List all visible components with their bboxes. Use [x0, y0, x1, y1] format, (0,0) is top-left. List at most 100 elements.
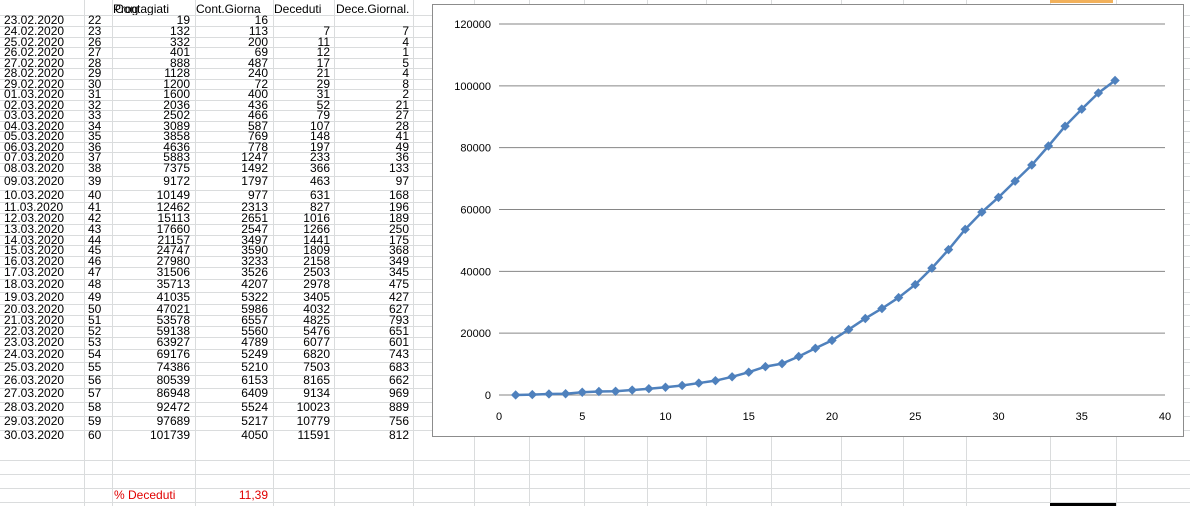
value-cell[interactable]: 436 [195, 100, 268, 111]
value-cell[interactable]: 2036 [112, 100, 190, 111]
value-cell[interactable]: 30 [88, 79, 109, 90]
date-cell[interactable]: 09.03.2020 [4, 176, 80, 187]
value-cell[interactable]: 16 [195, 15, 268, 26]
value-cell[interactable]: 466 [195, 110, 268, 121]
value-cell[interactable]: 189 [334, 213, 409, 224]
value-cell[interactable]: 2651 [195, 213, 268, 224]
value-cell[interactable]: 33 [88, 110, 109, 121]
value-cell[interactable]: 427 [334, 292, 409, 303]
date-cell[interactable]: 06.03.2020 [4, 142, 80, 153]
value-cell[interactable]: 47 [88, 267, 109, 278]
deceased-percent-value[interactable]: 11,39 [195, 490, 268, 501]
value-cell[interactable]: 587 [195, 121, 268, 132]
value-cell[interactable]: 58 [88, 402, 109, 413]
date-cell[interactable]: 27.02.2020 [4, 58, 80, 69]
date-cell[interactable]: 21.03.2020 [4, 315, 80, 326]
date-cell[interactable]: 26.03.2020 [4, 375, 80, 386]
value-cell[interactable]: 3089 [112, 121, 190, 132]
value-cell[interactable]: 29 [88, 68, 109, 79]
value-cell[interactable]: 101739 [112, 430, 190, 441]
value-cell[interactable]: 21 [273, 68, 330, 79]
value-cell[interactable]: 21 [334, 100, 409, 111]
value-cell[interactable]: 10149 [112, 190, 190, 201]
value-cell[interactable]: 601 [334, 337, 409, 348]
value-cell[interactable]: 24747 [112, 245, 190, 256]
value-cell[interactable]: 31 [273, 89, 330, 100]
value-cell[interactable]: 812 [334, 430, 409, 441]
value-cell[interactable]: 6557 [195, 315, 268, 326]
value-cell[interactable]: 69176 [112, 349, 190, 360]
value-cell[interactable]: 7503 [273, 362, 330, 373]
value-cell[interactable]: 19 [112, 15, 190, 26]
date-cell[interactable]: 25.03.2020 [4, 362, 80, 373]
value-cell[interactable]: 57 [88, 388, 109, 399]
date-cell[interactable]: 13.03.2020 [4, 224, 80, 235]
value-cell[interactable]: 6820 [273, 349, 330, 360]
value-cell[interactable]: 889 [334, 402, 409, 413]
date-cell[interactable]: 12.03.2020 [4, 213, 80, 224]
date-cell[interactable]: 28.03.2020 [4, 402, 80, 413]
value-cell[interactable]: 793 [334, 315, 409, 326]
value-cell[interactable]: 28 [88, 58, 109, 69]
value-cell[interactable]: 52 [88, 326, 109, 337]
date-cell[interactable]: 18.03.2020 [4, 279, 80, 290]
value-cell[interactable]: 4 [334, 68, 409, 79]
value-cell[interactable]: 132 [112, 26, 190, 37]
value-cell[interactable]: 35 [88, 131, 109, 142]
value-cell[interactable]: 4050 [195, 430, 268, 441]
value-cell[interactable]: 1 [334, 47, 409, 58]
value-cell[interactable]: 250 [334, 224, 409, 235]
value-cell[interactable]: 778 [195, 142, 268, 153]
value-cell[interactable]: 400 [195, 89, 268, 100]
date-cell[interactable]: 15.03.2020 [4, 245, 80, 256]
value-cell[interactable]: 41 [88, 202, 109, 213]
value-cell[interactable]: 4789 [195, 337, 268, 348]
value-cell[interactable]: 59 [88, 416, 109, 427]
value-cell[interactable]: 12462 [112, 202, 190, 213]
value-cell[interactable]: 5476 [273, 326, 330, 337]
value-cell[interactable]: 240 [195, 68, 268, 79]
value-cell[interactable]: 21157 [112, 235, 190, 246]
value-cell[interactable]: 54 [88, 349, 109, 360]
value-cell[interactable] [334, 15, 409, 26]
date-cell[interactable]: 23.02.2020 [4, 15, 80, 26]
value-cell[interactable]: 175 [334, 235, 409, 246]
value-cell[interactable]: 168 [334, 190, 409, 201]
value-cell[interactable]: 52 [273, 100, 330, 111]
value-cell[interactable]: 401 [112, 47, 190, 58]
date-cell[interactable]: 29.03.2020 [4, 416, 80, 427]
value-cell[interactable]: 28 [334, 121, 409, 132]
value-cell[interactable]: 27 [88, 47, 109, 58]
date-cell[interactable]: 03.03.2020 [4, 110, 80, 121]
date-cell[interactable]: 10.03.2020 [4, 190, 80, 201]
value-cell[interactable]: 463 [273, 176, 330, 187]
value-cell[interactable]: 6077 [273, 337, 330, 348]
value-cell[interactable]: 6409 [195, 388, 268, 399]
date-cell[interactable]: 24.02.2020 [4, 26, 80, 37]
date-cell[interactable]: 16.03.2020 [4, 256, 80, 267]
value-cell[interactable]: 1797 [195, 176, 268, 187]
value-cell[interactable]: 53 [88, 337, 109, 348]
date-cell[interactable]: 24.03.2020 [4, 349, 80, 360]
value-cell[interactable]: 5883 [112, 152, 190, 163]
value-cell[interactable]: 79 [273, 110, 330, 121]
value-cell[interactable]: 1492 [195, 163, 268, 174]
value-cell[interactable]: 31506 [112, 267, 190, 278]
date-cell[interactable]: 08.03.2020 [4, 163, 80, 174]
value-cell[interactable]: 49 [334, 142, 409, 153]
value-cell[interactable]: 197 [273, 142, 330, 153]
value-cell[interactable]: 8 [334, 79, 409, 90]
value-cell[interactable]: 12 [273, 47, 330, 58]
value-cell[interactable]: 627 [334, 304, 409, 315]
value-cell[interactable]: 69 [195, 47, 268, 58]
value-cell[interactable]: 3526 [195, 267, 268, 278]
date-cell[interactable]: 11.03.2020 [4, 202, 80, 213]
value-cell[interactable]: 133 [334, 163, 409, 174]
value-cell[interactable]: 36 [88, 142, 109, 153]
value-cell[interactable]: 47021 [112, 304, 190, 315]
value-cell[interactable]: 31 [88, 89, 109, 100]
value-cell[interactable]: 27 [334, 110, 409, 121]
value-cell[interactable]: 1016 [273, 213, 330, 224]
value-cell[interactable]: 1441 [273, 235, 330, 246]
value-cell[interactable]: 80539 [112, 375, 190, 386]
